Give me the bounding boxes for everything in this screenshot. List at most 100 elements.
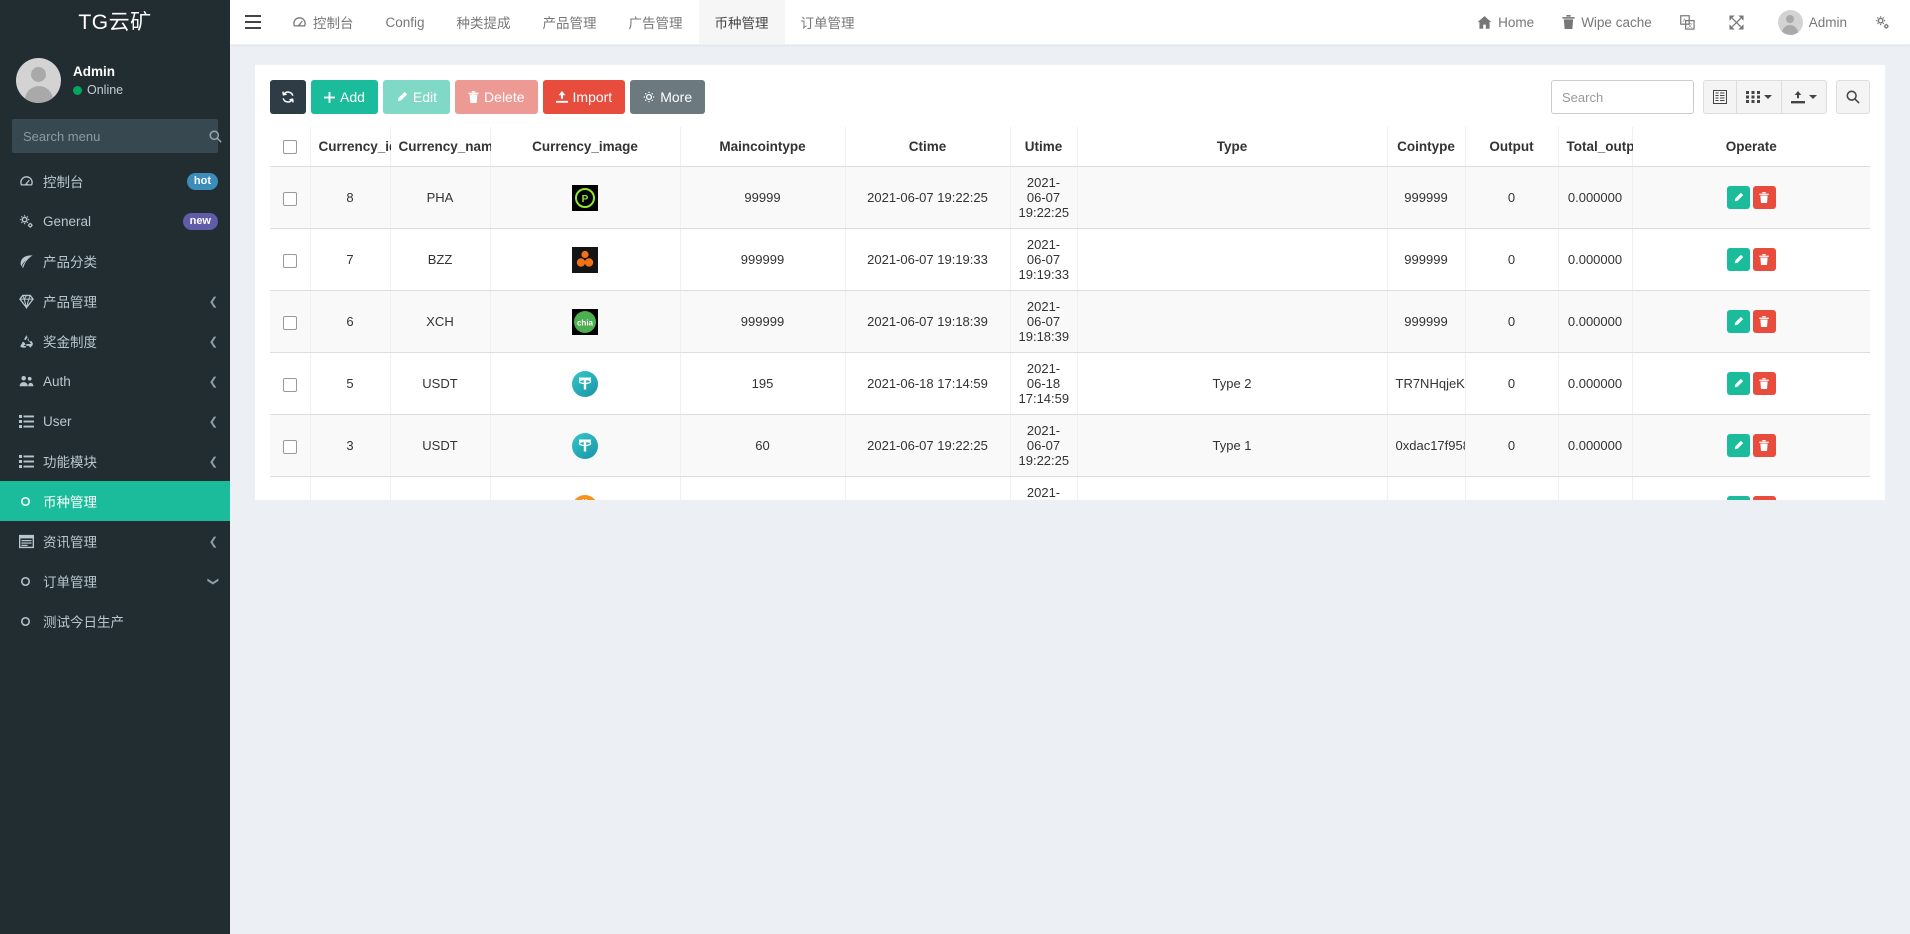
navbar-action-2[interactable]: Wipe cache (1548, 0, 1666, 44)
navbar-link-7[interactable]: 订单管理 (785, 0, 871, 44)
navbar-action-4[interactable] (1715, 0, 1764, 44)
col-cointype[interactable]: Cointype (1387, 127, 1465, 167)
table-row[interactable]: 7BZZ9999992021-06-07 19:19:332021-06-07 … (270, 229, 1870, 291)
cell-output: 0 (1465, 229, 1558, 291)
col-total-output[interactable]: Total_output (1558, 127, 1632, 167)
sidebar-item-11[interactable]: 订单管理❯ (0, 561, 230, 601)
table-row[interactable]: 5USDT1952021-06-18 17:14:592021-06-18 17… (270, 353, 1870, 415)
sidebar-search[interactable] (12, 119, 218, 153)
row-checkbox[interactable] (283, 440, 297, 454)
advanced-search-button[interactable] (1836, 80, 1870, 114)
sidebar-item-10[interactable]: 资讯管理❮ (0, 521, 230, 561)
sidebar-toggle-button[interactable] (230, 0, 276, 44)
edit-button[interactable]: Edit (383, 80, 450, 114)
navbar-link-label: 控制台 (313, 12, 354, 32)
navbar-link-1[interactable]: 控制台 (276, 0, 370, 44)
navbar-action-6[interactable] (1861, 0, 1910, 44)
circle-o-icon (19, 495, 43, 508)
brand-title[interactable]: TG云矿 (0, 0, 230, 45)
row-checkbox[interactable] (283, 254, 297, 268)
navbar-link-6[interactable]: 币种管理 (699, 0, 785, 44)
search-input[interactable] (1551, 80, 1694, 114)
navbar-action-1[interactable]: Home (1463, 0, 1548, 44)
sidebar-item-2[interactable]: Generalnew (0, 201, 230, 241)
row-checkbox[interactable] (283, 192, 297, 206)
col-currency-name[interactable]: Currency_name (390, 127, 490, 167)
cell-currency-name: USDT (390, 353, 490, 415)
col-currency-id[interactable]: Currency_id (310, 127, 390, 167)
refresh-button[interactable] (270, 80, 306, 114)
row-delete-button[interactable] (1753, 496, 1776, 499)
cell-type (1077, 167, 1387, 229)
navbar-spacer (871, 0, 1464, 44)
sidebar-item-4[interactable]: 产品管理❮ (0, 281, 230, 321)
trash-icon (1562, 15, 1575, 29)
cell-currency-id: 6 (310, 291, 390, 353)
sidebar-item-8[interactable]: 功能模块❮ (0, 441, 230, 481)
export-dropdown-button[interactable] (1782, 80, 1827, 114)
columns-dropdown-button[interactable] (1737, 80, 1782, 114)
toggle-view-button[interactable] (1703, 80, 1737, 114)
more-button[interactable]: More (630, 80, 705, 114)
row-checkbox[interactable] (283, 316, 297, 330)
sidebar-item-1[interactable]: 控制台hot (0, 161, 230, 201)
search-menu-button[interactable] (209, 120, 222, 152)
table-row[interactable]: 8PHAP999992021-06-07 19:22:252021-06-07 … (270, 167, 1870, 229)
navbar-link-4[interactable]: 产品管理 (527, 0, 613, 44)
row-delete-button[interactable] (1753, 434, 1776, 457)
select-all-header (270, 127, 310, 167)
col-currency-image[interactable]: Currency_image (490, 127, 680, 167)
row-delete-button[interactable] (1753, 248, 1776, 271)
avatar (16, 58, 61, 103)
row-edit-button[interactable] (1727, 310, 1750, 333)
row-delete-button[interactable] (1753, 372, 1776, 395)
table-row[interactable]: 3USDT602021-06-07 19:22:252021-06-07 19:… (270, 415, 1870, 477)
cell-total-output: 0.000000 (1558, 477, 1632, 500)
table-row[interactable]: 6XCHchia9999992021-06-07 19:18:392021-06… (270, 291, 1870, 353)
row-delete-button[interactable] (1753, 310, 1776, 333)
col-ctime[interactable]: Ctime (845, 127, 1010, 167)
select-all-checkbox[interactable] (283, 140, 297, 154)
cell-currency-id: 2 (310, 477, 390, 500)
sidebar-item-5[interactable]: 奖金制度❮ (0, 321, 230, 361)
search-menu-input[interactable] (13, 129, 209, 144)
row-select-cell (270, 167, 310, 229)
sidebar-item-7[interactable]: User❮ (0, 401, 230, 441)
row-edit-button[interactable] (1727, 434, 1750, 457)
gear-icon (643, 91, 655, 103)
import-button[interactable]: Import (543, 80, 626, 114)
table-row[interactable]: 2BTCB02021-06-07 19:19:332021-06-07 19:1… (270, 477, 1870, 500)
users-icon (19, 374, 34, 389)
sidebar-item-label: 币种管理 (43, 491, 218, 511)
sidebar-item-9[interactable]: 币种管理 (0, 481, 230, 521)
delete-button[interactable]: Delete (455, 80, 537, 114)
add-button[interactable]: Add (311, 80, 378, 114)
navbar-action-5[interactable]: Admin (1764, 0, 1861, 44)
navbar-link-2[interactable]: Config (370, 0, 441, 44)
col-maincointype[interactable]: Maincointype (680, 127, 845, 167)
row-edit-button[interactable] (1727, 496, 1750, 499)
cell-type: Type 1 (1077, 415, 1387, 477)
cell-utime: 2021-06-07 19:22:25 (1010, 415, 1077, 477)
gem-icon (19, 294, 34, 309)
sidebar-item-3[interactable]: 产品分类 (0, 241, 230, 281)
navbar-action-3[interactable]: A文 (1666, 0, 1715, 44)
cell-output: 0 (1465, 415, 1558, 477)
navbar-link-5[interactable]: 广告管理 (613, 0, 699, 44)
row-edit-button[interactable] (1727, 248, 1750, 271)
sidebar-badge: hot (187, 173, 218, 190)
sidebar-item-6[interactable]: Auth❮ (0, 361, 230, 401)
pencil-icon (396, 91, 408, 103)
row-checkbox[interactable] (283, 378, 297, 392)
sidebar-item-label: 订单管理 (43, 571, 209, 591)
cell-currency-image: B (490, 477, 680, 500)
row-delete-button[interactable] (1753, 186, 1776, 209)
navbar-left-links: 控制台 Config种类提成产品管理广告管理币种管理订单管理 (276, 0, 871, 44)
row-edit-button[interactable] (1727, 186, 1750, 209)
col-type[interactable]: Type (1077, 127, 1387, 167)
sidebar-item-12[interactable]: 测试今日生产 (0, 601, 230, 641)
col-output[interactable]: Output (1465, 127, 1558, 167)
row-edit-button[interactable] (1727, 372, 1750, 395)
navbar-link-3[interactable]: 种类提成 (441, 0, 527, 44)
col-utime[interactable]: Utime (1010, 127, 1077, 167)
